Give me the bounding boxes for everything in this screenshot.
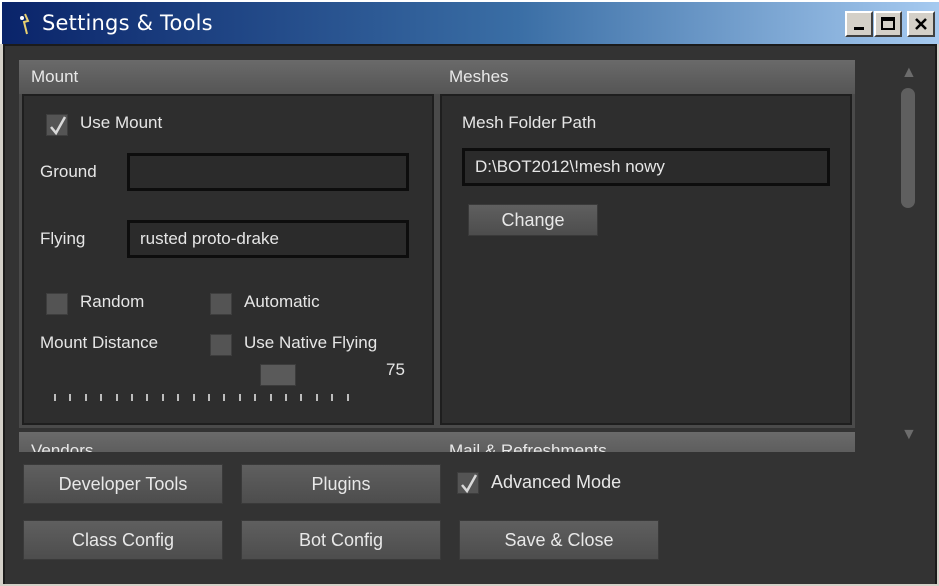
ground-input[interactable] — [127, 153, 409, 191]
checkmark-icon — [50, 116, 67, 136]
mesh-folder-input[interactable]: D:\BOT2012\!mesh nowy — [462, 148, 830, 186]
slider-tick — [208, 394, 210, 401]
slider-tick — [300, 394, 303, 401]
slider-tick — [285, 394, 287, 401]
use-mount-checkbox[interactable] — [46, 114, 68, 136]
mail-refreshments-panel-header: Mail & Refreshments — [437, 432, 855, 454]
slider-tick — [346, 394, 349, 401]
slider-tick — [54, 394, 56, 401]
slider-thumb[interactable] — [260, 364, 296, 386]
meshes-panel: Meshes Mesh Folder Path D:\BOT2012\!mesh… — [437, 60, 855, 428]
title-bar[interactable]: Settings & Tools — [0, 0, 939, 44]
slider-tick — [238, 394, 241, 401]
flying-input[interactable]: rusted proto-drake — [127, 220, 409, 258]
mount-distance-label: Mount Distance — [40, 333, 159, 352]
random-label: Random — [80, 292, 145, 311]
app-icon — [20, 13, 30, 35]
slider-tick — [331, 394, 334, 401]
minimize-button[interactable] — [845, 11, 873, 37]
mount-panel-header: Mount — [19, 60, 437, 94]
slider-tick — [69, 394, 72, 401]
vendors-panel: Vendors — [19, 432, 437, 454]
automatic-label: Automatic — [244, 292, 320, 311]
mount-distance-slider[interactable] — [54, 364, 354, 404]
slider-ticks — [54, 394, 354, 402]
slider-tick — [115, 394, 118, 401]
mount-distance-value: 75 — [386, 360, 405, 379]
automatic-checkbox[interactable] — [210, 293, 232, 315]
scroll-down-icon[interactable]: ▼ — [901, 426, 917, 444]
settings-client-area: Mount Use Mount Ground Flying rusted pro… — [3, 44, 937, 584]
ground-label: Ground — [40, 162, 97, 181]
plugins-button[interactable]: Plugins — [241, 464, 441, 504]
scrollbar-thumb[interactable] — [901, 88, 915, 208]
vertical-scrollbar[interactable]: ▲ ▼ — [893, 60, 923, 456]
slider-tick — [177, 394, 180, 401]
checkmark-icon — [461, 474, 478, 494]
mount-panel-body: Use Mount Ground Flying rusted proto-dra… — [22, 94, 434, 425]
window-title: Settings & Tools — [42, 11, 213, 35]
maximize-button[interactable] — [874, 11, 902, 37]
use-native-flying-checkbox[interactable] — [210, 334, 232, 356]
advanced-mode-label: Advanced Mode — [491, 472, 622, 492]
close-icon — [915, 18, 927, 30]
slider-tick — [269, 394, 272, 401]
slider-tick — [131, 394, 133, 401]
scroll-up-icon[interactable]: ▲ — [901, 64, 917, 82]
meshes-panel-body: Mesh Folder Path D:\BOT2012\!mesh nowy C… — [440, 94, 852, 425]
slider-tick — [84, 394, 87, 401]
use-native-flying-label: Use Native Flying — [244, 333, 378, 352]
use-mount-label: Use Mount — [80, 113, 163, 132]
maximize-icon — [881, 17, 895, 30]
mail-refreshments-panel: Mail & Refreshments — [437, 432, 855, 454]
bot-config-button[interactable]: Bot Config — [241, 520, 441, 560]
advanced-mode-checkbox[interactable] — [457, 472, 479, 494]
minimize-icon — [854, 27, 864, 30]
slider-tick — [315, 394, 318, 401]
slider-tick — [254, 394, 257, 401]
mount-panel: Mount Use Mount Ground Flying rusted pro… — [19, 60, 437, 428]
slider-tick — [223, 394, 226, 401]
slider-tick — [192, 394, 195, 401]
random-checkbox[interactable] — [46, 293, 68, 315]
developer-tools-button[interactable]: Developer Tools — [23, 464, 223, 504]
bottom-button-bar: Developer Tools Plugins Advanced Mode Cl… — [5, 452, 935, 584]
class-config-button[interactable]: Class Config — [23, 520, 223, 560]
meshes-panel-header: Meshes — [437, 60, 855, 94]
slider-tick — [100, 394, 103, 401]
close-button[interactable] — [907, 11, 935, 37]
flying-label: Flying — [40, 229, 86, 248]
slider-tick — [161, 394, 164, 401]
change-button[interactable]: Change — [468, 204, 598, 236]
slider-tick — [146, 394, 149, 401]
save-close-button[interactable]: Save & Close — [459, 520, 659, 560]
vendors-panel-header: Vendors — [19, 432, 437, 454]
mesh-folder-label: Mesh Folder Path — [462, 113, 597, 132]
